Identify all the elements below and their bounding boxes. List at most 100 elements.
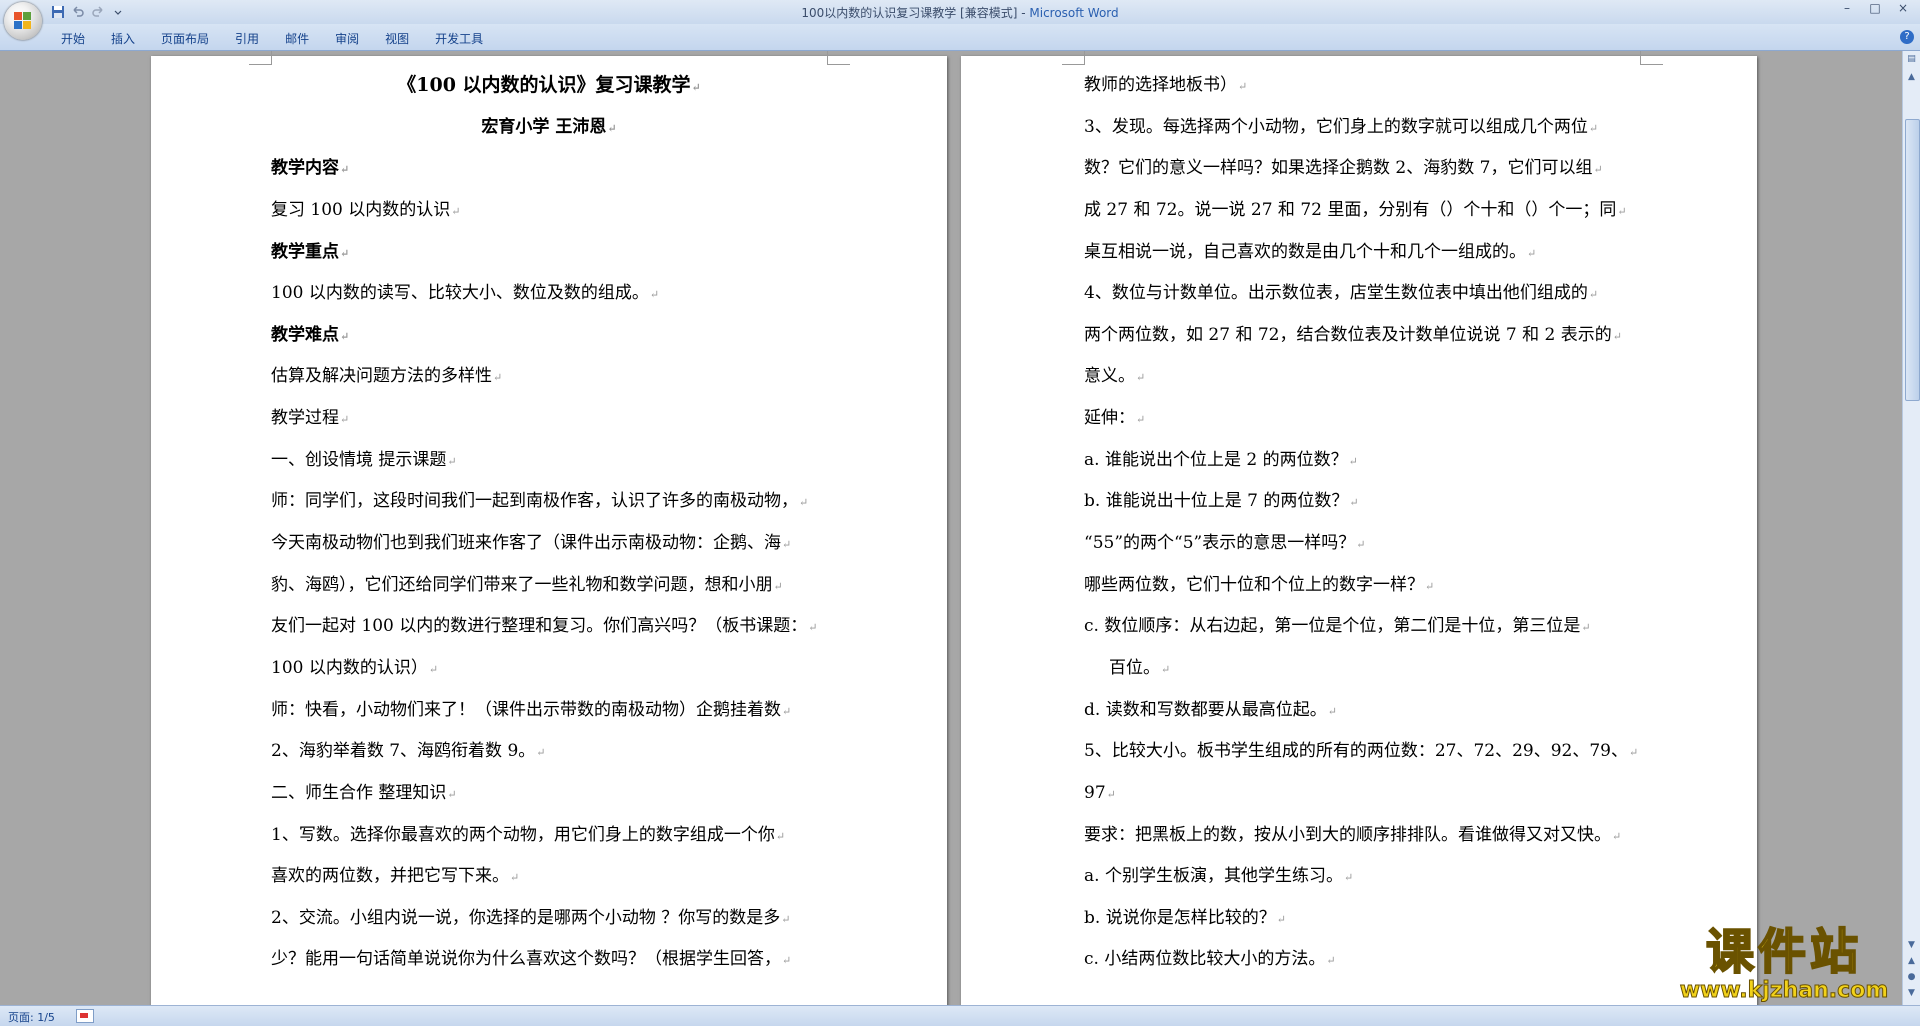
paragraph-line: 2、海豹举着数 7、海鸥衔着数 9。↵ (271, 731, 827, 773)
paragraph-line: 哪些两位数，它们十位和个位上的数字一样？↵ (1084, 565, 1640, 607)
paragraph-mark-icon: ↵ (536, 746, 546, 760)
paragraph-line: 教学过程↵ (271, 398, 827, 440)
paragraph-line: 2、交流。小组内说一说，你选择的是哪两个小动物 ？你写的数是多↵ (271, 898, 827, 940)
line-text: 意义。 (1084, 366, 1135, 387)
scroll-up-icon[interactable]: ▲ (1905, 71, 1918, 84)
undo-button[interactable] (70, 4, 86, 20)
paragraph-line: 少？能用一句话简单说说你为什么喜欢这个数吗？（根据学生回答，↵ (271, 939, 827, 981)
paragraph-line: 3、发现。每选择两个小动物，它们身上的数字就可以组成几个两位↵ (1084, 107, 1640, 149)
paragraph-mark-icon: ↵ (340, 246, 350, 260)
customize-qat-button[interactable] (110, 4, 126, 20)
document-page-left[interactable]: 《100 以内数的认识》复习课教学↵ 宏育小学 王沛恩↵ 教学内容↵ 复习 100 以… (151, 51, 947, 1005)
paragraph-line: 100 以内数的读写、比较大小、数位及数的组成。↵ (271, 273, 827, 315)
paragraph-mark-icon: ↵ (1356, 538, 1366, 552)
line-text: 100 以内数的读写、比较大小、数位及数的组成。 (271, 283, 649, 304)
ribbon-tabs: 开始 插入 页面布局 引用 邮件 审阅 视图 开发工具 (48, 30, 496, 48)
title-bar: 100以内数的认识复习课教学 [兼容模式] - Microsoft Word –… (0, 0, 1920, 24)
tab-developer[interactable]: 开发工具 (422, 30, 496, 48)
site-watermark: 课件站 www.kjzhan.com (1665, 924, 1903, 1007)
paragraph-line: c. 数位顺序：从右边起，第一位是个位，第二们是十位，第三位是↵ (1084, 606, 1640, 648)
paragraph-mark-icon: ↵ (1136, 413, 1146, 427)
line-text: 桌互相说一说，自己喜欢的数是由几个十和几个一组成的。 (1084, 241, 1526, 262)
paragraph-mark-icon: ↵ (1348, 454, 1358, 468)
line-text: 100 以内数的认识） (271, 657, 428, 678)
ruler-toggle-icon[interactable]: ▤ (1905, 53, 1918, 66)
paragraph-mark-icon: ↵ (510, 871, 520, 885)
paragraph-mark-icon: ↵ (782, 704, 792, 718)
paragraph-mark-icon: ↵ (447, 787, 457, 801)
paragraph-mark-icon: ↵ (340, 163, 350, 177)
paragraph-line: 教学内容↵ (271, 148, 827, 190)
line-text: 教学过程 (271, 408, 339, 429)
paragraph-line: 两个两位数，如 27 和 72，结合数位表及计数单位说说 7 和 2 表示的↵ (1084, 315, 1640, 357)
tab-references[interactable]: 引用 (222, 30, 272, 48)
ribbon: 开始 插入 页面布局 引用 邮件 审阅 视图 开发工具 ? (0, 24, 1920, 51)
document-page-right[interactable]: 教师的选择地板书）↵ 3、发现。每选择两个小动物，它们身上的数字就可以组成几个两位… (961, 51, 1757, 1005)
tab-view[interactable]: 视图 (372, 30, 422, 48)
line-text: 师：同学们，这段时间我们一起到南极作客，认识了许多的南极动物， (271, 491, 798, 512)
paragraph-mark-icon: ↵ (1276, 912, 1286, 926)
line-text: 教学内容 (271, 158, 339, 179)
line-text: 教学重点 (271, 241, 339, 262)
paragraph-mark-icon: ↵ (1136, 371, 1146, 385)
paragraph-line: 要求：把黑板上的数，按从小到大的顺序排排队。看谁做得又对又快。↵ (1084, 815, 1640, 857)
paragraph-line: a. 个别学生板演，其他学生练习。↵ (1084, 856, 1640, 898)
scroll-down-icon[interactable]: ▼ (1905, 939, 1918, 952)
line-text: 估算及解决问题方法的多样性 (271, 366, 492, 387)
paragraph-mark-icon: ↵ (1106, 787, 1116, 801)
redo-button[interactable] (90, 4, 106, 20)
paragraph-line: 1、写数。选择你最喜欢的两个动物，用它们身上的数字组成一个你↵ (271, 815, 827, 857)
paragraph-mark-icon: ↵ (1593, 163, 1603, 177)
tab-insert[interactable]: 插入 (98, 30, 148, 48)
paragraph-mark-icon: ↵ (782, 954, 792, 968)
scrollbar-thumb[interactable] (1905, 119, 1920, 401)
close-button[interactable]: × (1890, 1, 1916, 17)
floppy-disk-icon (52, 6, 64, 18)
paragraph-line: d. 读数和写数都要从最高位起。↵ (1084, 690, 1640, 732)
next-page-icon[interactable]: ▼ (1905, 987, 1918, 1000)
page-left-text: 《100 以内数的认识》复习课教学↵ 宏育小学 王沛恩↵ 教学内容↵ 复习 100 以… (271, 65, 827, 981)
line-text: 宏育小学 王沛恩 (481, 116, 607, 137)
previous-page-icon[interactable]: ▲ (1905, 955, 1918, 968)
window-controls: – □ × (1834, 1, 1916, 17)
paragraph-line: 复习 100 以内数的认识↵ (271, 190, 827, 232)
paragraph-mark-icon: ↵ (1588, 121, 1599, 135)
select-browse-object-icon[interactable]: ● (1905, 971, 1918, 984)
proofing-icon[interactable] (76, 1009, 94, 1023)
paragraph-mark-icon: ↵ (1628, 746, 1639, 760)
paragraph-line: 100 以内数的认识）↵ (271, 648, 827, 690)
crop-mark-top-right (1640, 51, 1663, 65)
line-text: 2、交流。小组内说一说，你选择的是哪两个小动物 ？你写的数是多 (271, 907, 781, 928)
paragraph-mark-icon: ↵ (1343, 871, 1354, 885)
paragraph-line: 百位。↵ (1084, 648, 1640, 690)
paragraph-line: 成 27 和 72。说一说 27 和 72 里面，分别有（）个十和（）个一；同↵ (1084, 190, 1640, 232)
chevron-down-icon (114, 10, 122, 15)
save-button[interactable] (50, 4, 66, 20)
paragraph-line: 二、师生合作 整理知识↵ (271, 773, 827, 815)
tab-mailings[interactable]: 邮件 (272, 30, 322, 48)
line-text: 延伸： (1084, 408, 1135, 429)
paragraph-line: 《100 以内数的认识》复习课教学↵ (271, 65, 827, 107)
document-title: 100以内数的认识复习课教学 [兼容模式] - (801, 6, 1030, 20)
page-counter[interactable]: 页面: 1/5 (8, 1009, 55, 1025)
line-text: 友们一起对 100 以内的数进行整理和复习。你们高兴吗？（板书课题： (271, 616, 808, 637)
tab-home[interactable]: 开始 (48, 30, 98, 48)
paragraph-mark-icon: ↵ (1581, 621, 1591, 635)
paragraph-mark-icon: ↵ (451, 204, 461, 218)
line-text: 豹、海鸥），它们还给同学们带来了一些礼物和数学问题，想和小朋 (271, 574, 773, 595)
paragraph-mark-icon: ↵ (1527, 246, 1537, 260)
tab-review[interactable]: 审阅 (322, 30, 372, 48)
status-bar: 页面: 1/5 (0, 1005, 1920, 1026)
vertical-scrollbar[interactable]: ▤ ▲ ▼ ▲ ● ▼ (1902, 51, 1920, 1005)
paragraph-mark-icon: ↵ (1326, 954, 1336, 968)
maximize-button[interactable]: □ (1862, 1, 1888, 17)
office-button[interactable] (4, 2, 42, 40)
line-text: 97 (1084, 782, 1106, 803)
paragraph-line: 师：快看，小动物们来了！（课件出示带数的南极动物）企鹅挂着数↵ (271, 690, 827, 732)
tab-page-layout[interactable]: 页面布局 (148, 30, 222, 48)
minimize-button[interactable]: – (1834, 1, 1860, 17)
line-text: 二、师生合作 整理知识 (271, 782, 447, 803)
watermark-logo-text: 课件站 (1705, 924, 1862, 980)
help-button[interactable]: ? (1900, 30, 1914, 44)
line-text: a. 个别学生板演，其他学生练习。 (1084, 866, 1343, 887)
